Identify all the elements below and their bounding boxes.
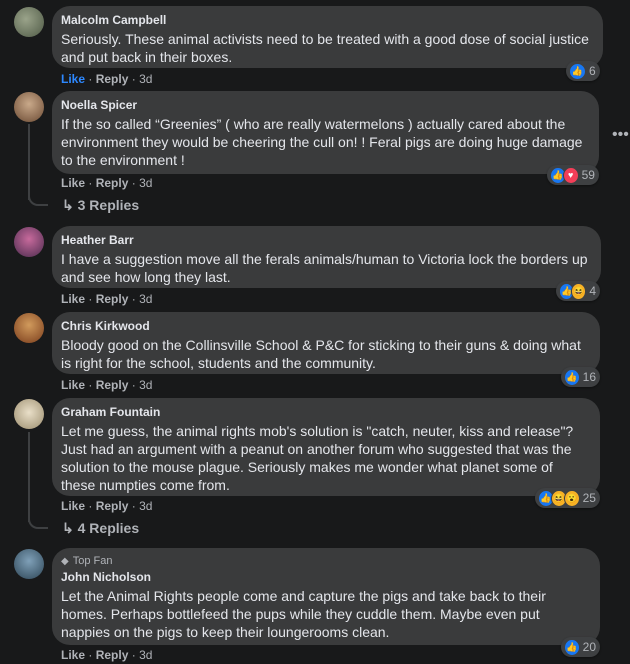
comment-text: I have a suggestion move all the ferals … [61,251,592,285]
comment-text: Let the Animal Rights people come and ca… [61,588,550,640]
avatar[interactable] [14,7,44,37]
comment-text: If the so called “Greenies” ( who are re… [61,116,587,168]
avatar[interactable] [14,549,44,579]
timestamp[interactable]: 3d [139,72,152,86]
comment-text: Seriously. These animal activists need t… [61,31,593,65]
reply-button[interactable]: Reply [96,648,129,662]
reaction-summary[interactable]: 👍 20 [561,637,600,657]
reaction-summary[interactable]: 👍 😆 😮 25 [535,488,600,508]
reaction-count: 25 [582,491,596,505]
reaction-summary[interactable]: 👍 😆 4 [556,281,600,301]
haha-reaction-icon: 😆 [571,282,587,300]
like-button[interactable]: Like [61,648,85,662]
reaction-summary[interactable]: 👍 16 [561,367,600,387]
comment-actions: Like · Reply · 3d [61,176,153,190]
author-name[interactable]: John Nicholson [61,570,588,585]
reaction-count: 16 [582,370,596,384]
comment-bubble: Noella Spicer If the so called “Greenies… [52,91,599,174]
reply-button[interactable]: Reply [96,292,129,306]
comment-actions: Like · Reply · 3d [61,292,153,306]
diamond-icon: ◆ [61,556,69,567]
view-replies-link[interactable]: ↳ 3 Replies [62,197,139,214]
comment-text: Let me guess, the animal rights mob's so… [61,423,578,493]
thread-line [28,124,30,200]
avatar[interactable] [14,227,44,257]
reply-button[interactable]: Reply [96,499,129,513]
like-button[interactable]: Like [61,292,85,306]
author-name[interactable]: Heather Barr [61,233,589,248]
like-button[interactable]: Like [61,176,85,190]
comment-bubble: Heather Barr I have a suggestion move al… [52,226,601,288]
reply-button[interactable]: Reply [96,72,129,86]
timestamp[interactable]: 3d [139,499,152,513]
avatar[interactable] [14,92,44,122]
thread-connector [28,515,48,529]
comment-bubble: Graham Fountain Let me guess, the animal… [52,398,600,496]
reply-arrow-icon: ↳ [62,520,74,536]
avatar[interactable] [14,313,44,343]
comment-bubble: ◆ Top Fan John Nicholson Let the Animal … [52,548,600,645]
thread-connector [28,192,48,206]
timestamp[interactable]: 3d [139,648,152,662]
timestamp[interactable]: 3d [139,292,152,306]
reaction-count: 6 [589,64,596,78]
reaction-summary[interactable]: 👍 6 [566,61,600,81]
comment-bubble: Chris Kirkwood Bloody good on the Collin… [52,312,600,374]
comment-actions: Like · Reply · 3d [61,499,153,513]
reaction-count: 20 [582,640,596,654]
timestamp[interactable]: 3d [139,378,152,392]
reply-button[interactable]: Reply [96,378,129,392]
reaction-summary[interactable]: 👍 ♥ 59 [547,165,599,185]
avatar[interactable] [14,399,44,429]
like-button[interactable]: Like [61,378,85,392]
reaction-count: 59 [581,168,595,182]
thread-line [28,432,30,522]
love-reaction-icon: ♥ [562,166,579,184]
like-button[interactable]: Like [61,499,85,513]
author-name[interactable]: Chris Kirkwood [61,319,588,334]
more-options-icon[interactable]: ••• [612,126,629,144]
comment-actions: Like · Reply · 3d [61,378,153,392]
reply-arrow-icon: ↳ [62,197,74,213]
reply-button[interactable]: Reply [96,176,129,190]
timestamp[interactable]: 3d [139,176,152,190]
comment-actions: Like · Reply · 3d [61,72,153,86]
author-name[interactable]: Malcolm Campbell [61,13,591,28]
comment-actions: Like · Reply · 3d [61,648,153,662]
like-reaction-icon: 👍 [564,638,580,656]
view-replies-link[interactable]: ↳ 4 Replies [62,520,139,537]
wow-reaction-icon: 😮 [563,489,580,507]
author-name[interactable]: Noella Spicer [61,98,587,113]
author-name[interactable]: Graham Fountain [61,405,588,420]
comment-bubble: Malcolm Campbell Seriously. These animal… [52,6,603,68]
like-reaction-icon: 👍 [569,62,586,80]
like-reaction-icon: 👍 [564,368,580,386]
top-fan-badge: ◆ Top Fan [61,555,113,567]
reaction-count: 4 [589,284,596,298]
comment-text: Bloody good on the Collinsville School &… [61,337,585,371]
like-button[interactable]: Like [61,72,85,86]
